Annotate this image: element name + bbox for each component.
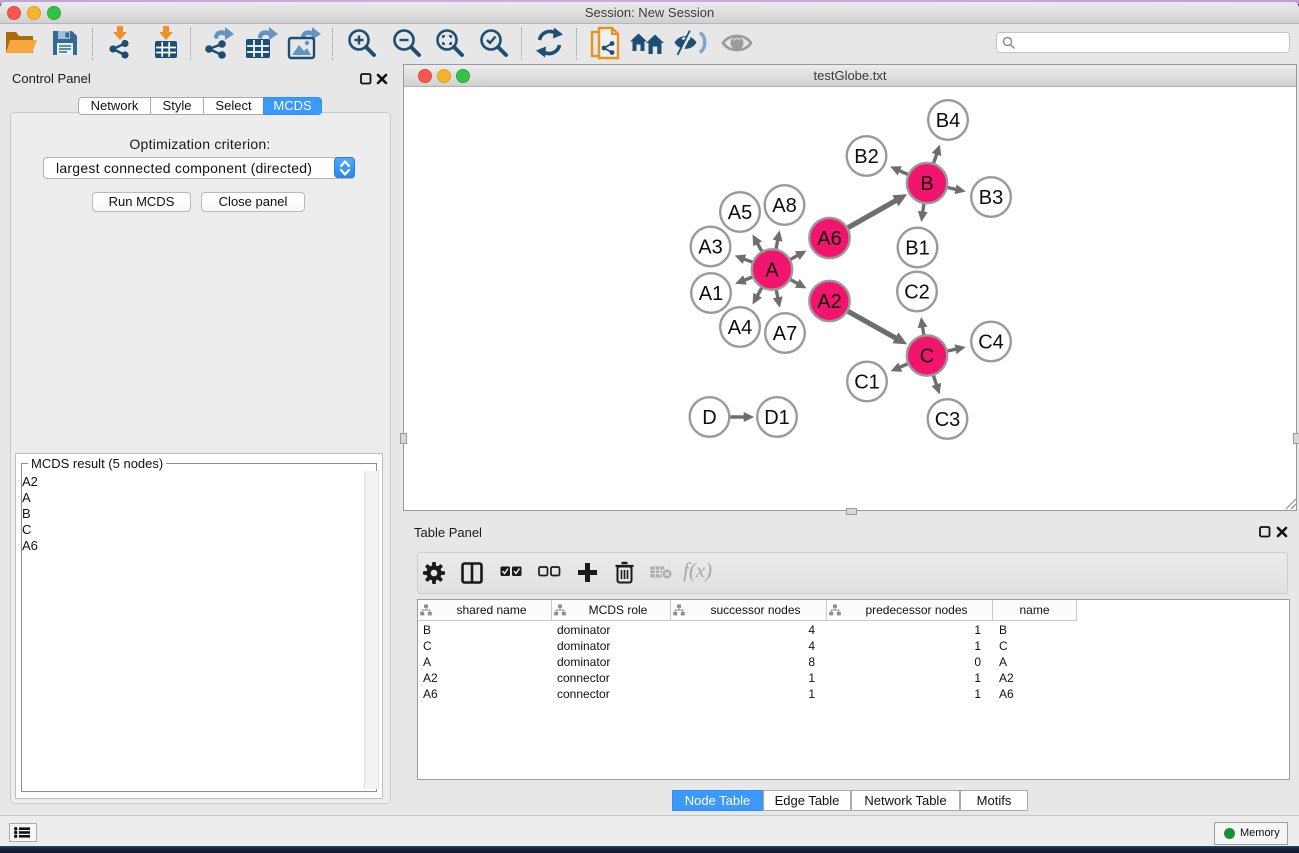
- svg-text:A4: A4: [728, 317, 752, 339]
- svg-text:B2: B2: [854, 146, 878, 168]
- svg-text:C2: C2: [904, 282, 930, 304]
- svg-text:C3: C3: [935, 409, 961, 431]
- svg-text:B: B: [920, 173, 933, 195]
- svg-text:C4: C4: [978, 332, 1004, 354]
- svg-text:A: A: [765, 260, 779, 282]
- svg-text:D: D: [702, 407, 716, 429]
- svg-text:B1: B1: [905, 238, 929, 260]
- svg-text:C: C: [920, 346, 934, 368]
- svg-text:A1: A1: [699, 283, 723, 305]
- svg-text:A7: A7: [773, 323, 797, 345]
- svg-text:D1: D1: [764, 407, 790, 429]
- svg-text:A2: A2: [817, 291, 841, 313]
- svg-text:A8: A8: [772, 195, 796, 217]
- svg-text:B4: B4: [936, 110, 960, 132]
- svg-text:B3: B3: [979, 187, 1003, 209]
- svg-text:A6: A6: [817, 228, 841, 250]
- svg-text:A5: A5: [728, 202, 752, 224]
- svg-text:A3: A3: [698, 237, 722, 259]
- svg-text:C1: C1: [854, 372, 880, 394]
